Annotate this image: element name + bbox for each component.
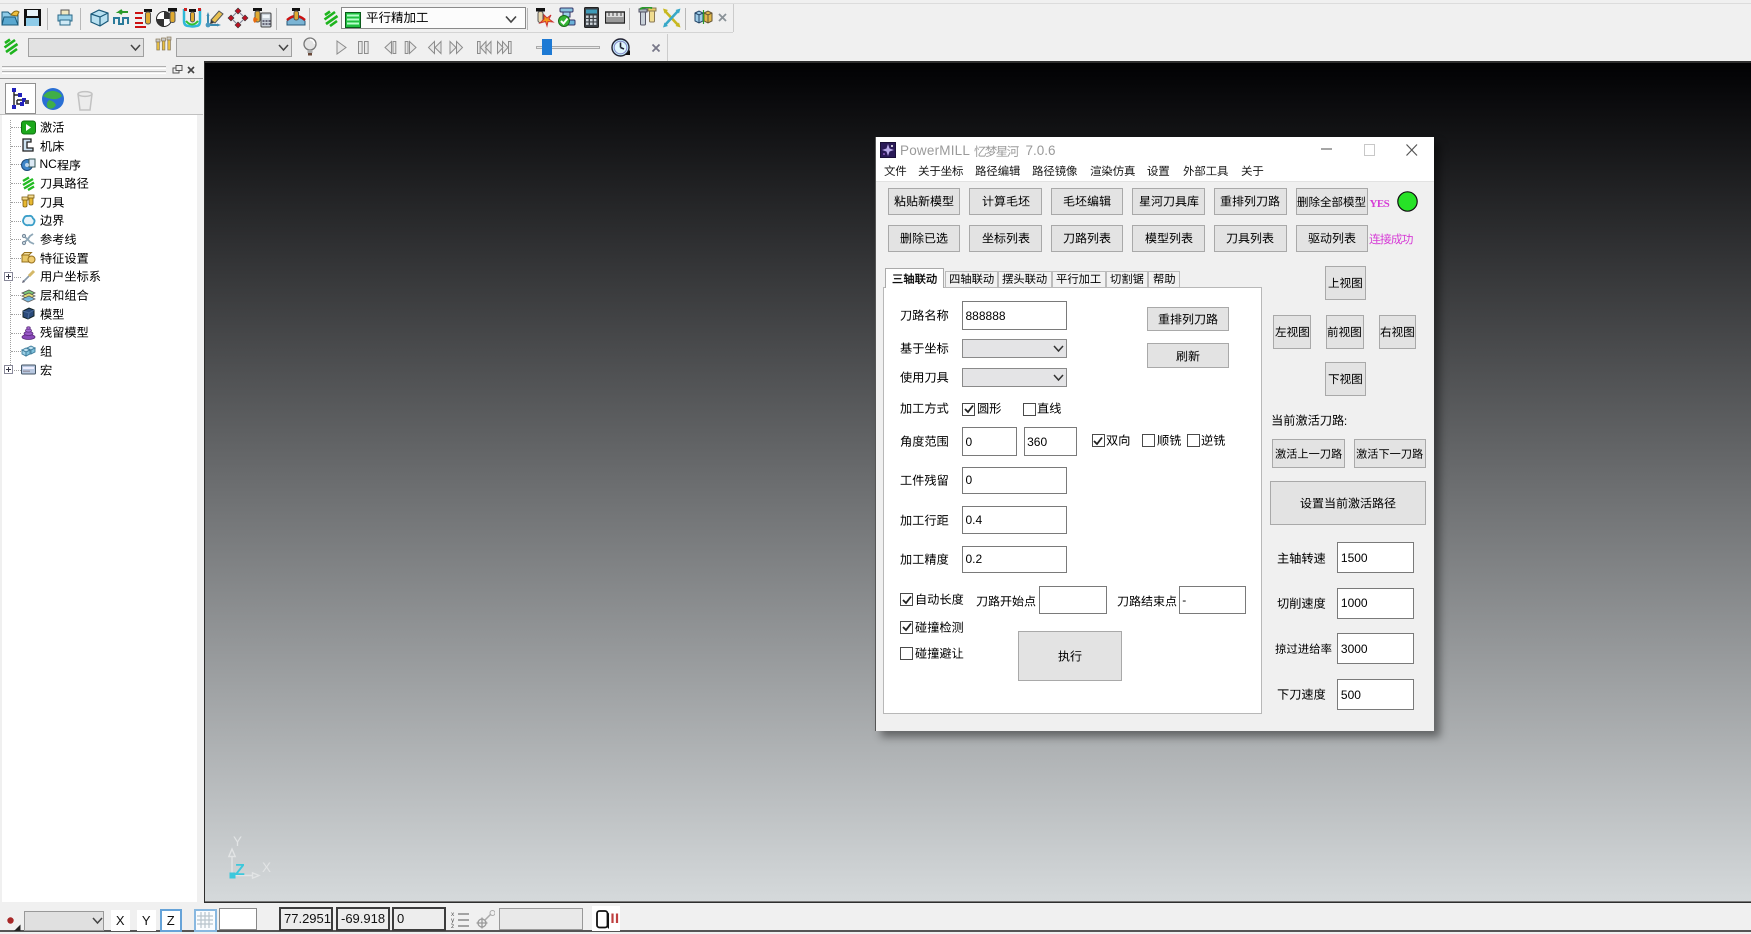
- svg-text:X: X: [262, 860, 271, 875]
- svg-text:Z: Z: [235, 862, 245, 879]
- svg-text:z: z: [451, 923, 454, 929]
- svg-text:Y: Y: [233, 834, 242, 849]
